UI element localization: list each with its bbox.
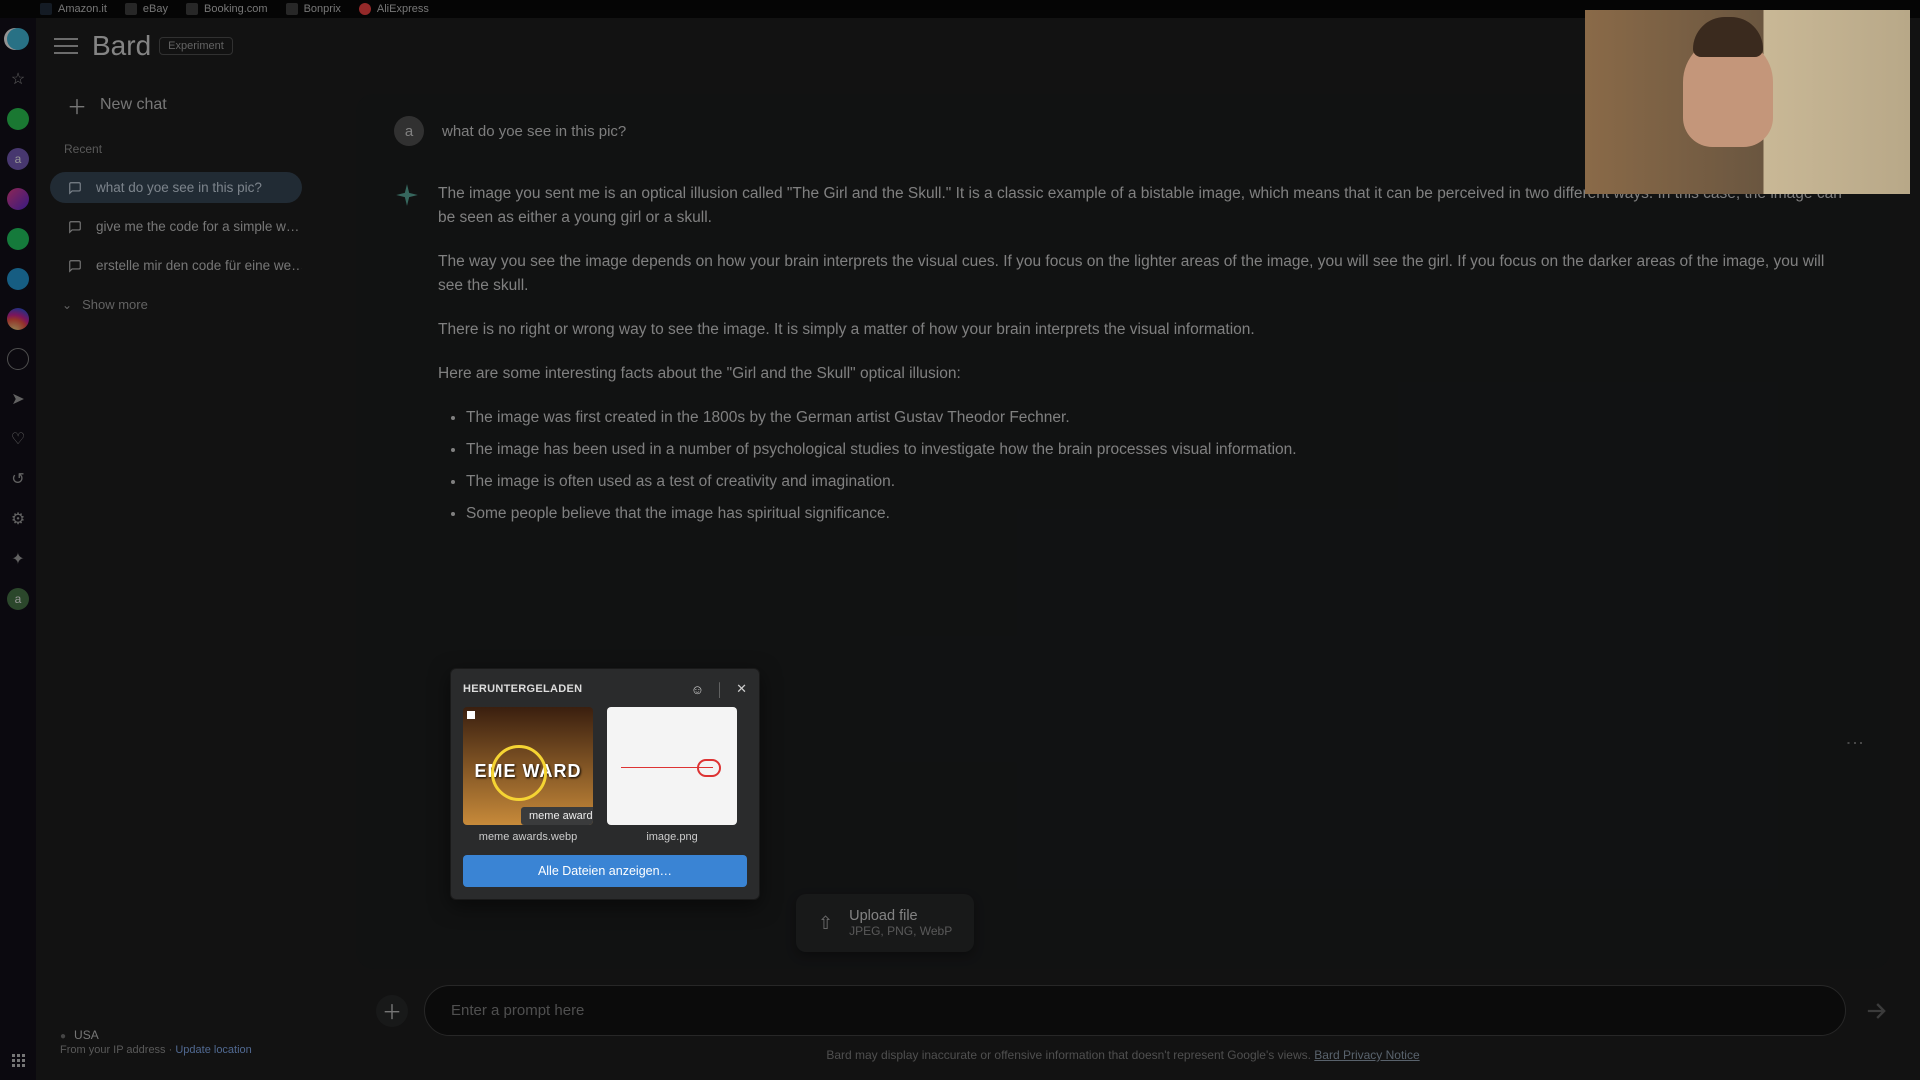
privacy-link[interactable]: Bard Privacy Notice xyxy=(1314,1048,1419,1062)
dock-instagram-icon[interactable] xyxy=(7,308,29,330)
bot-bullet: Some people believe that the image has s… xyxy=(466,502,1852,526)
bot-response-text: The image you sent me is an optical illu… xyxy=(438,182,1852,546)
bot-paragraph: There is no right or wrong way to see th… xyxy=(438,318,1852,342)
recent-heading: Recent xyxy=(50,134,302,164)
download-thumbnail: EME WARD meme awards.webp xyxy=(463,707,593,825)
disclaimer: Bard may display inaccurate or offensive… xyxy=(356,1044,1890,1070)
browser-tab-bonprix[interactable]: Bonprix xyxy=(286,3,341,15)
menu-button[interactable] xyxy=(54,34,78,58)
location-dot-icon: ● xyxy=(60,1031,66,1042)
recent-item[interactable]: what do yoe see in this pic? xyxy=(50,172,302,203)
bot-response: The image you sent me is an optical illu… xyxy=(394,182,1852,546)
bot-bullet: The image was first created in the 1800s… xyxy=(466,406,1852,430)
prompt-input[interactable] xyxy=(424,985,1846,1036)
aliexpress-icon xyxy=(359,3,371,15)
webcam-person xyxy=(1683,37,1773,147)
webcam-overlay xyxy=(1585,10,1910,194)
main-column: a what do yoe see in this pic? View othe… xyxy=(316,74,1920,1080)
bot-paragraph: Here are some interesting facts about th… xyxy=(438,362,1852,386)
dock-whatsapp-icon[interactable] xyxy=(7,228,29,250)
recent-item-label: what do yoe see in this pic? xyxy=(96,180,262,195)
downloads-popup: HERUNTERGELADEN ☺ │ ✕ EME WARD meme awar… xyxy=(450,668,760,900)
show-more-button[interactable]: ⌄ Show more xyxy=(50,289,302,320)
amazon-icon xyxy=(40,3,52,15)
add-attachment-button[interactable]: ＋ xyxy=(376,995,408,1027)
recent-item-label: erstelle mir den code für eine we… xyxy=(96,258,302,273)
document-icon xyxy=(125,3,137,15)
chat-icon xyxy=(68,181,82,195)
chat-icon xyxy=(68,259,82,273)
download-filename: image.png xyxy=(607,831,737,843)
download-filename: meme awards.webp xyxy=(463,831,593,843)
sidebar-footer: ●USA From your IP address · Update locat… xyxy=(50,1014,302,1070)
show-more-label: Show more xyxy=(82,297,148,312)
dock-outline-icon[interactable] xyxy=(7,348,29,370)
download-thumbnail xyxy=(607,707,737,825)
upload-title: Upload file xyxy=(849,908,952,924)
dock-apps-menu-icon[interactable] xyxy=(10,1052,26,1068)
dock-heart-icon[interactable]: ♡ xyxy=(7,428,29,450)
recent-item[interactable]: give me the code for a simple w… xyxy=(50,211,302,242)
user-avatar: a xyxy=(394,116,424,146)
browser-tab-booking[interactable]: Booking.com xyxy=(186,3,268,15)
document-icon xyxy=(186,3,198,15)
upload-file-card[interactable]: ⇧ Upload file JPEG, PNG, WebP xyxy=(796,894,974,952)
recent-item[interactable]: erstelle mir den code für eine we… xyxy=(50,250,302,281)
smiley-icon[interactable]: ☺ xyxy=(691,682,704,697)
new-chat-button[interactable]: ＋ New chat xyxy=(50,84,302,126)
user-message-text: what do yoe see in this pic? xyxy=(442,123,626,140)
dock-telegram-icon[interactable] xyxy=(7,268,29,290)
update-location-link[interactable]: Update location xyxy=(175,1044,251,1056)
document-icon xyxy=(286,3,298,15)
chevron-down-icon: ⌄ xyxy=(62,298,72,312)
dock-star-icon[interactable]: ☆ xyxy=(7,68,29,90)
app-title: Bard Experiment xyxy=(92,30,233,62)
chat-icon xyxy=(68,220,82,234)
upload-subtitle: JPEG, PNG, WebP xyxy=(849,924,952,938)
os-dock: ☆ a ➤ ♡ ↺ ⚙ ✦ a xyxy=(0,18,36,1080)
recent-item-label: give me the code for a simple w… xyxy=(96,219,299,234)
location-from-ip: From your IP address xyxy=(60,1044,166,1056)
file-tooltip: meme awards.webp xyxy=(521,807,593,825)
app-title-text: Bard xyxy=(92,30,151,62)
browser-tab-amazon[interactable]: Amazon.it xyxy=(40,3,107,15)
dock-send-icon[interactable]: ➤ xyxy=(7,388,29,410)
downloads-title: HERUNTERGELADEN xyxy=(463,683,582,695)
browser-tab-ebay[interactable]: eBay xyxy=(125,3,168,15)
bot-bullet: The image has been used in a number of p… xyxy=(466,438,1852,462)
download-file-item[interactable]: EME WARD meme awards.webp meme awards.we… xyxy=(463,707,593,843)
show-all-files-button[interactable]: Alle Dateien anzeigen… xyxy=(463,855,747,887)
new-chat-label: New chat xyxy=(100,96,167,114)
cursor-highlight-icon xyxy=(491,745,547,801)
plus-icon: ＋ xyxy=(66,94,88,116)
dock-app-icon[interactable] xyxy=(7,108,29,130)
bot-bullet-list: The image was first created in the 1800s… xyxy=(438,406,1852,526)
dock-app-icon[interactable]: a xyxy=(7,148,29,170)
divider: │ xyxy=(716,682,724,697)
download-file-item[interactable]: image.png xyxy=(607,707,737,843)
location-country: USA xyxy=(74,1028,99,1042)
sidebar: ＋ New chat Recent what do yoe see in thi… xyxy=(36,74,316,1080)
send-button[interactable] xyxy=(1862,997,1890,1025)
bot-paragraph: The way you see the image depends on how… xyxy=(438,250,1852,298)
disclaimer-text: Bard may display inaccurate or offensive… xyxy=(826,1048,1314,1062)
dock-active-app-icon[interactable] xyxy=(7,28,29,50)
upload-icon: ⇧ xyxy=(818,913,833,934)
dock-sparkle-icon[interactable]: ✦ xyxy=(7,548,29,570)
more-options-button[interactable]: ⋮ xyxy=(1844,734,1866,753)
experiment-badge: Experiment xyxy=(159,37,233,55)
close-icon[interactable]: ✕ xyxy=(736,681,747,697)
dock-messenger-icon[interactable] xyxy=(7,188,29,210)
dock-gear-icon[interactable]: ⚙ xyxy=(7,508,29,530)
bard-spark-icon xyxy=(394,182,420,208)
prompt-input-row: ＋ xyxy=(356,969,1890,1044)
browser-tab-aliexpress[interactable]: AliExpress xyxy=(359,3,429,15)
dock-avatar-icon[interactable]: a xyxy=(7,588,29,610)
bot-bullet: The image is often used as a test of cre… xyxy=(466,470,1852,494)
dock-history-icon[interactable]: ↺ xyxy=(7,468,29,490)
